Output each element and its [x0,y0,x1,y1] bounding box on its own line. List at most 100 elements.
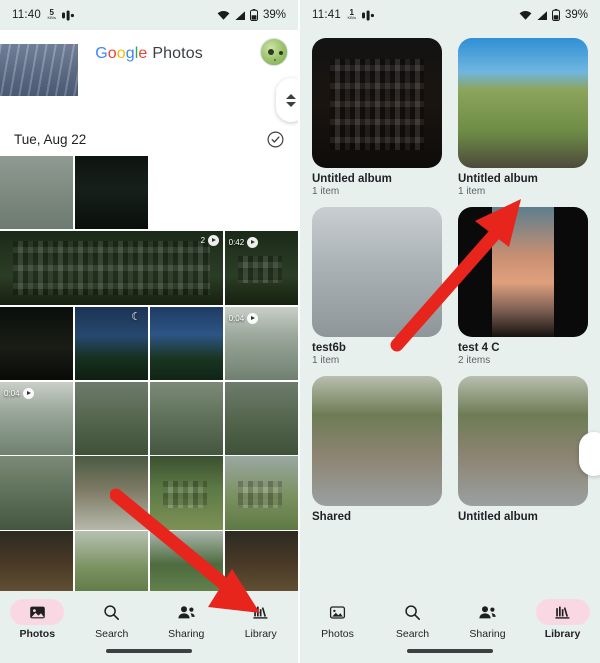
album-item-count: 1 item [458,186,486,197]
bottom-nav-left: Photos Search Sharing Library [0,591,298,663]
nav-item-search[interactable]: Search [75,599,150,640]
photo-tile[interactable] [0,156,74,230]
scroll-thumb[interactable] [276,78,298,122]
pixelated-redaction [237,256,282,283]
album-cover-thumbnail [312,376,442,506]
play-icon [208,234,220,246]
album-card[interactable]: test 4 C2 items [458,207,588,366]
wordmark-letter-g2: g [125,45,135,62]
photo-thumbnail [74,156,149,230]
nav-item-library[interactable]: Library [525,599,600,640]
album-card[interactable]: Shared [312,376,442,523]
album-card[interactable]: test6b 1 item [312,207,442,366]
nav-label-sharing: Sharing [469,628,506,640]
photo-scroll-band [0,44,298,122]
account-avatar[interactable] [260,38,288,66]
photo-tile[interactable]: 0:04 [224,306,298,381]
battery-icon [551,9,560,21]
video-duration-label: 2 [200,235,206,245]
album-item-count: 1 item [312,186,340,197]
photo-tile[interactable] [74,156,149,230]
nav-label-search: Search [95,628,129,640]
nav-item-sharing[interactable]: Sharing [149,599,224,640]
photo-tile[interactable] [74,456,149,530]
dual-screenshot: 11:40 5 KB/s 39% Google Photos Tue, Aug … [0,0,600,663]
photo-tile[interactable] [149,306,224,381]
status-bar-right-group-r: 39% [519,9,588,21]
nav-pill-search [85,599,139,625]
photo-tile[interactable] [224,381,298,455]
nav-item-search[interactable]: Search [375,599,450,640]
photo-thumbnail [149,381,224,455]
check-circle-icon[interactable] [267,130,284,148]
photo-tile[interactable] [0,306,74,381]
photo-tile[interactable]: 2 [0,230,224,306]
album-cover-thumbnail [458,207,588,337]
nav-item-photos[interactable]: Photos [300,599,375,640]
photo-tile[interactable]: 0:04 [0,381,74,455]
nav-pill-sharing [461,599,515,625]
google-photos-wordmark: Google Photos [95,45,203,63]
photo-tile[interactable] [74,381,149,455]
scroll-thumb[interactable] [579,432,600,476]
chevron-up-icon [286,93,296,99]
left-phone-screen: 11:40 5 KB/s 39% Google Photos Tue, Aug … [0,0,300,663]
pixelated-redaction [162,481,207,508]
album-title: Untitled album [458,511,538,523]
album-card[interactable]: Untitled album 1 item [312,38,442,197]
video-duration-label: 0:04 [4,388,20,398]
album-item-count: 1 item [312,355,340,366]
chevron-down-icon [286,101,296,107]
status-bar-left-group-r: 11:41 1 KB/s [312,8,375,21]
album-card[interactable]: Untitled album 1 item [458,38,588,197]
photo-thumbnail [0,156,74,230]
photo-thumbnail [0,306,74,381]
album-cover-thumbnail [312,207,442,337]
photo-thumbnail [0,456,74,530]
search-icon [405,604,420,620]
battery-percent: 39% [564,9,588,21]
gesture-bar[interactable] [407,649,493,653]
pixelated-redaction [237,481,282,508]
network-rate-indicator: 1 KB/s [347,8,357,21]
status-bar-left-group: 11:40 5 KB/s [12,8,75,21]
photo-tile[interactable] [0,456,74,530]
album-title: Untitled album [312,173,392,185]
nav-label-photos: Photos [19,628,56,640]
nav-label-library: Library [544,628,581,640]
photo-tile[interactable] [149,381,224,455]
photo-tile[interactable] [224,456,298,530]
nav-pill-search [386,599,440,625]
network-rate-unit: KB/s [347,15,356,21]
night-mode-icon: ☾ [131,310,142,323]
nav-item-sharing[interactable]: Sharing [450,599,525,640]
photo-tile[interactable]: 0:42 [224,230,298,306]
library-icon [555,606,570,619]
wordmark-photos: Photos [152,45,203,62]
album-grid: Untitled album 1 item Untitled album 1 item… [312,38,588,523]
wordmark-letter-o1: o [107,45,117,62]
battery-percent: 39% [262,9,286,21]
signal-icon [536,10,548,21]
album-card[interactable]: Untitled album [458,376,588,523]
partial-photo-thumbnail[interactable] [0,44,78,96]
status-time: 11:41 [312,9,341,21]
nav-item-photos[interactable]: Photos [0,599,75,640]
photo-thumbnail [149,306,224,381]
nav-label-photos: Photos [321,628,354,640]
wordmark-letter-g1: G [95,45,108,62]
nav-pill-sharing [159,599,213,625]
play-icon [22,387,34,399]
pixelated-redaction [330,58,424,150]
photo-tile[interactable]: ☾ [74,306,149,381]
status-bar-left: 11:40 5 KB/s 39% [0,0,298,30]
nav-pill-library [234,599,288,625]
photo-thumbnail [74,381,149,455]
album-title: test 4 C [458,342,500,354]
photo-icon [29,606,45,618]
nav-item-library[interactable]: Library [224,599,299,640]
photo-tile[interactable] [149,456,224,530]
nav-pill-photos [311,599,365,625]
photo-icon [329,605,346,619]
gesture-bar[interactable] [106,649,192,653]
